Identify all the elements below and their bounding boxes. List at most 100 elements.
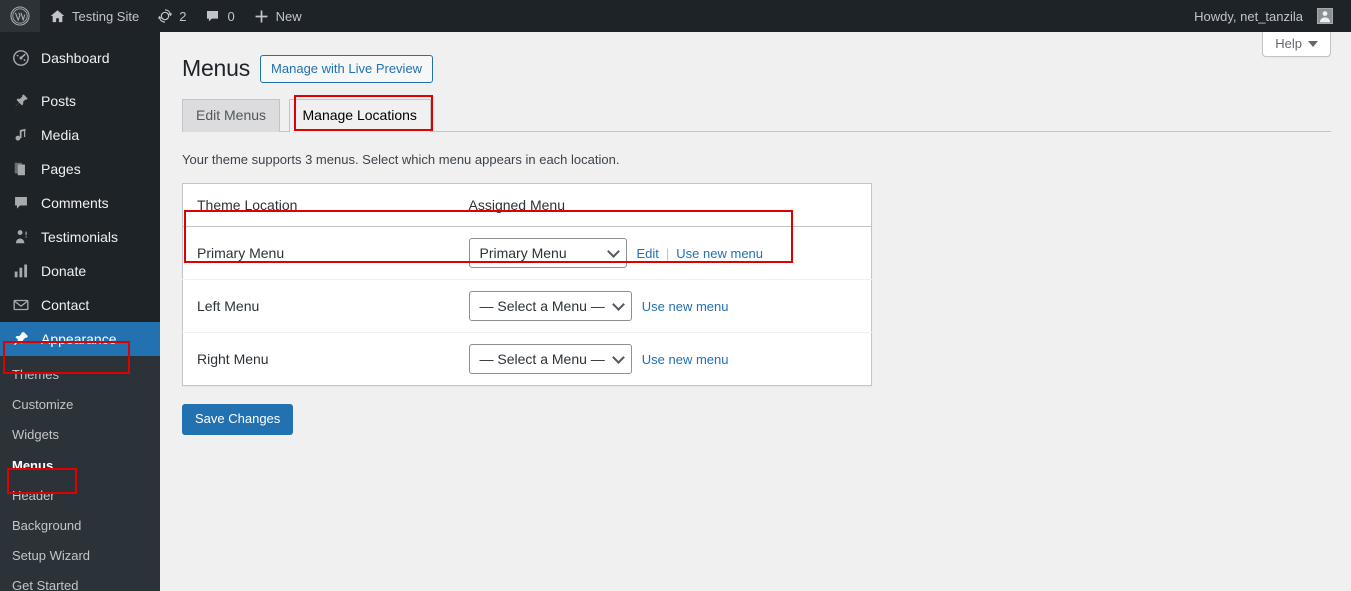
select-value: Primary Menu [479, 245, 567, 262]
updates-button[interactable]: 2 [148, 0, 195, 32]
avatar [1317, 8, 1333, 24]
edit-menu-link[interactable]: Edit [637, 246, 659, 261]
submenu-item-background[interactable]: Background [0, 511, 160, 541]
sidebar-item-comments[interactable]: Comments [0, 186, 160, 220]
sidebar-item-label: Pages [41, 161, 81, 177]
chevron-down-icon [611, 351, 625, 365]
plus-icon [253, 8, 270, 25]
select-value: — Select a Menu — [479, 351, 605, 368]
table-body: Primary Menu Primary Menu Edit | Use new… [182, 227, 872, 386]
help-tab-button[interactable]: Help [1262, 32, 1331, 57]
sidebar-item-label: Dashboard [41, 50, 110, 66]
chevron-down-icon [1308, 40, 1318, 47]
sidebar-item-label: Contact [41, 297, 90, 313]
submenu-item-themes[interactable]: Themes [0, 360, 160, 390]
select-value: — Select a Menu — [479, 298, 605, 315]
assigned-menu-controls: — Select a Menu — Use new menu [468, 291, 862, 322]
save-changes-button[interactable]: Save Changes [182, 404, 294, 435]
assigned-menu-select-primary[interactable]: Primary Menu [468, 238, 627, 269]
tab-bar: Edit Menus Manage Locations [182, 98, 1331, 133]
chart-bars-icon [11, 261, 31, 281]
theme-location-name: Left Menu [182, 279, 455, 333]
comments-button[interactable]: 0 [195, 0, 243, 32]
sidebar-item-label: Media [41, 127, 80, 143]
sidebar-item-label: Posts [41, 93, 77, 109]
sidebar-separator [0, 75, 160, 84]
use-new-menu-link[interactable]: Use new menu [642, 352, 729, 367]
comment-icon [11, 193, 31, 213]
home-icon [49, 8, 66, 25]
comments-count: 0 [227, 8, 235, 24]
sidebar-top-spacer [0, 32, 160, 41]
my-account-button[interactable]: Howdy, net_tanzila [1185, 0, 1347, 32]
page-body: Help Menus Manage with Live Preview Edit… [160, 32, 1351, 435]
submenu-item-get-started[interactable]: Get Started [0, 571, 160, 591]
sidebar-item-donate[interactable]: Donate [0, 254, 160, 288]
wordpress-logo-button[interactable] [0, 0, 40, 32]
updates-refresh-icon [157, 8, 173, 24]
new-content-label: New [275, 8, 302, 24]
menu-locations-description: Your theme supports 3 menus. Select whic… [182, 151, 620, 167]
assigned-menu-cell: Primary Menu Edit | Use new menu [455, 227, 872, 280]
theme-location-name: Primary Menu [197, 245, 285, 262]
sidebar-item-label: Donate [41, 263, 87, 279]
chevron-down-icon [606, 245, 620, 259]
help-tab-label: Help [1275, 36, 1302, 51]
use-new-menu-link[interactable]: Use new menu [676, 246, 763, 261]
submenu-item-menus[interactable]: Menus [0, 451, 160, 481]
chevron-down-icon [611, 298, 625, 312]
submenu-item-customize[interactable]: Customize [0, 390, 160, 420]
assigned-menu-controls: Primary Menu Edit | Use new menu [468, 238, 862, 269]
submenu-item-widgets[interactable]: Widgets [0, 420, 160, 450]
use-new-menu-link[interactable]: Use new menu [642, 299, 729, 314]
theme-location-name: Right Menu [182, 332, 455, 386]
tab-manage-locations[interactable]: Manage Locations [288, 98, 431, 133]
sidebar-item-label: Appearance [41, 331, 117, 347]
page-title: Menus [182, 55, 251, 81]
sidebar-item-media[interactable]: Media [0, 118, 160, 152]
assigned-menu-select-left[interactable]: — Select a Menu — [468, 291, 632, 322]
updates-count: 2 [179, 8, 187, 24]
table-row: Left Menu — Select a Menu — Use new menu [182, 279, 872, 333]
row-actions: Edit | Use new menu [637, 246, 764, 261]
tab-edit-menus[interactable]: Edit Menus [182, 98, 281, 132]
pages-icon [11, 159, 31, 179]
wordpress-logo-icon [10, 6, 30, 26]
admin-sidebar: Dashboard Posts Media Pages Comments Tes… [0, 32, 160, 591]
new-content-button[interactable]: New [244, 0, 311, 32]
pin-icon [11, 91, 31, 111]
manage-with-live-preview-button[interactable]: Manage with Live Preview [260, 54, 434, 83]
sidebar-item-label: Testimonials [41, 229, 119, 245]
column-header-theme-location: Theme Location [182, 183, 455, 228]
sidebar-item-dashboard[interactable]: Dashboard [0, 41, 160, 75]
assigned-menu-select-right[interactable]: — Select a Menu — [468, 344, 632, 375]
media-icon [11, 125, 31, 145]
sidebar-item-posts[interactable]: Posts [0, 84, 160, 118]
screen-meta-links: Help [1262, 32, 1331, 57]
sidebar-item-pages[interactable]: Pages [0, 152, 160, 186]
row-actions: Use new menu [642, 299, 729, 314]
admin-bar-right-group: Howdy, net_tanzila [1185, 0, 1351, 32]
column-header-assigned-menu: Assigned Menu [454, 183, 872, 228]
table-header-row: Theme Location Assigned Menu [182, 183, 872, 228]
admin-bar: Testing Site 2 0 New Howdy, net_tanzila [0, 0, 1351, 32]
sidebar-item-testimonials[interactable]: Testimonials [0, 220, 160, 254]
admin-bar-left-group: Testing Site 2 0 New [0, 0, 311, 32]
assigned-menu-controls: — Select a Menu — Use new menu [468, 344, 862, 375]
appearance-brush-icon [11, 329, 31, 349]
table-row: Primary Menu Primary Menu Edit | Use new… [183, 227, 872, 280]
sidebar-item-contact[interactable]: Contact [0, 288, 160, 322]
table-head: Theme Location Assigned Menu [182, 183, 872, 228]
sidebar-item-appearance[interactable]: Appearance [0, 322, 160, 356]
assigned-menu-cell: — Select a Menu — Use new menu [454, 332, 872, 386]
envelope-icon [11, 295, 31, 315]
assigned-menu-cell: — Select a Menu — Use new menu [454, 279, 872, 333]
theme-locations-table: Theme Location Assigned Menu Primary Men… [182, 183, 872, 387]
appearance-submenu: Themes Customize Widgets Menus Header Ba… [0, 356, 160, 591]
action-separator: | [665, 245, 670, 261]
comment-bubble-icon [204, 8, 221, 25]
submenu-item-setup-wizard[interactable]: Setup Wizard [0, 541, 160, 571]
page-title-row: Menus Manage with Live Preview [182, 42, 1331, 84]
site-name-button[interactable]: Testing Site [40, 0, 148, 32]
submenu-item-header[interactable]: Header [0, 481, 160, 511]
